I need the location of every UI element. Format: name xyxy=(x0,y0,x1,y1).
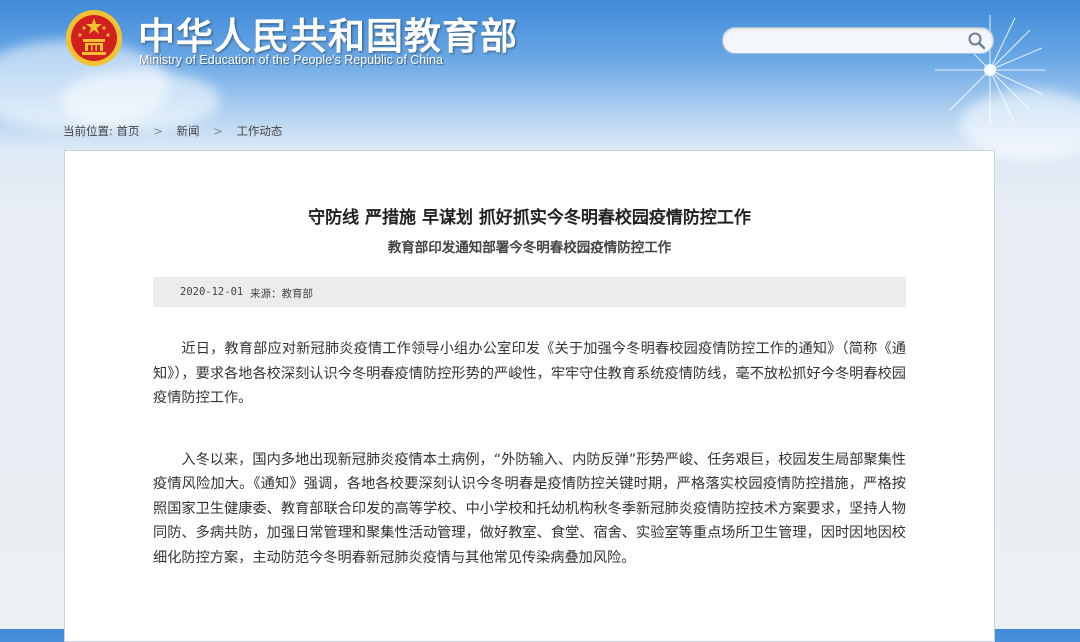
article-date: 2020-12-01 xyxy=(180,286,244,298)
national-emblem-icon[interactable] xyxy=(64,8,124,68)
article-title: 守防线 严措施 早谋划 抓好抓实今冬明春校园疫情防控工作 xyxy=(308,208,751,228)
breadcrumb: 当前位置: 首页 > 新闻 > 工作动态 xyxy=(63,123,282,139)
breadcrumb-news[interactable]: 新闻 xyxy=(176,124,199,138)
search-box[interactable] xyxy=(722,27,994,54)
site-title[interactable]: 中华人民共和国教育部 xyxy=(138,6,518,60)
site-header: 中华人民共和国教育部 Ministry of Education of the … xyxy=(0,0,1080,118)
article-paragraph: 近日，教育部应对新冠肺炎疫情工作领导小组办公室印发《关于加强今冬明春校园疫情防控… xyxy=(153,341,906,406)
chevron-right-icon: > xyxy=(213,124,223,138)
breadcrumb-home[interactable]: 首页 xyxy=(117,124,140,138)
article-meta-bar: 2020-12-01 来源：教育部 xyxy=(153,277,906,307)
article-card: 守防线 严措施 早谋划 抓好抓实今冬明春校园疫情防控工作 教育部印发通知部署今冬… xyxy=(64,150,995,642)
chevron-right-icon: > xyxy=(153,124,163,138)
article-subtitle: 教育部印发通知部署今冬明春校园疫情防控工作 xyxy=(387,240,672,256)
article-source: 来源：教育部 xyxy=(250,288,313,300)
search-icon[interactable] xyxy=(967,31,987,51)
article-body: 近日，教育部应对新冠肺炎疫情工作领导小组办公室印发《关于加强今冬明春校园疫情防控… xyxy=(153,337,906,570)
article-paragraph: 入冬以来，国内多地出现新冠肺炎疫情本土病例，“外防输入、内防反弹”形势严峻、任务… xyxy=(153,451,906,566)
breadcrumb-label: 当前位置: xyxy=(63,124,113,138)
breadcrumb-work-updates[interactable]: 工作动态 xyxy=(236,124,282,138)
search-input[interactable] xyxy=(733,31,962,51)
site-subtitle: Ministry of Education of the People's Re… xyxy=(139,53,443,67)
